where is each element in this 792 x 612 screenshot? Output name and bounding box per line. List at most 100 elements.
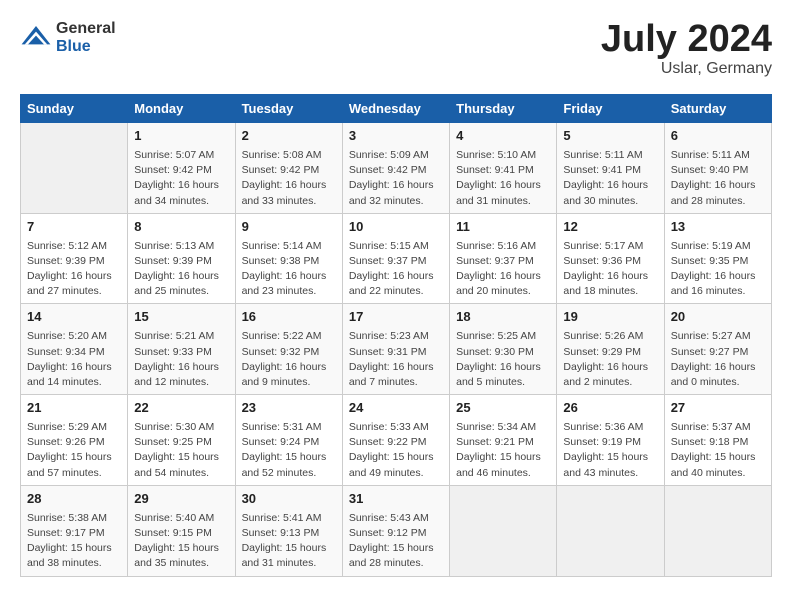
day-info: Sunrise: 5:21 AM Sunset: 9:33 PM Dayligh… [134,329,228,390]
day-number: 11 [456,218,550,237]
day-number: 20 [671,308,765,327]
day-info: Sunrise: 5:38 AM Sunset: 9:17 PM Dayligh… [27,511,121,572]
day-number: 18 [456,308,550,327]
day-info: Sunrise: 5:13 AM Sunset: 9:39 PM Dayligh… [134,239,228,300]
calendar-cell: 28 Sunrise: 5:38 AM Sunset: 9:17 PM Dayli… [21,485,128,576]
day-info: Sunrise: 5:26 AM Sunset: 9:29 PM Dayligh… [563,329,657,390]
calendar-cell: 9 Sunrise: 5:14 AM Sunset: 9:38 PM Daylig… [235,213,342,304]
calendar-week-row: 21 Sunrise: 5:29 AM Sunset: 9:26 PM Dayli… [21,395,772,486]
calendar-cell: 24 Sunrise: 5:33 AM Sunset: 9:22 PM Dayli… [342,395,449,486]
day-number: 2 [242,127,336,146]
weekday-header: Thursday [450,95,557,123]
calendar-cell: 6 Sunrise: 5:11 AM Sunset: 9:40 PM Daylig… [664,123,771,214]
day-info: Sunrise: 5:40 AM Sunset: 9:15 PM Dayligh… [134,511,228,572]
day-info: Sunrise: 5:33 AM Sunset: 9:22 PM Dayligh… [349,420,443,481]
day-number: 12 [563,218,657,237]
day-info: Sunrise: 5:27 AM Sunset: 9:27 PM Dayligh… [671,329,765,390]
calendar-cell: 10Sunrise: 5:15 AM Sunset: 9:37 PM Dayli… [342,213,449,304]
calendar-cell: 4 Sunrise: 5:10 AM Sunset: 9:41 PM Daylig… [450,123,557,214]
day-info: Sunrise: 5:12 AM Sunset: 9:39 PM Dayligh… [27,239,121,300]
calendar-cell: 11 Sunrise: 5:16 AM Sunset: 9:37 PM Dayli… [450,213,557,304]
day-number: 16 [242,308,336,327]
day-number: 4 [456,127,550,146]
calendar-cell: 12 Sunrise: 5:17 AM Sunset: 9:36 PM Dayli… [557,213,664,304]
day-number: 28 [27,490,121,509]
calendar-cell: 17Sunrise: 5:23 AM Sunset: 9:31 PM Dayli… [342,304,449,395]
day-info: Sunrise: 5:37 AM Sunset: 9:18 PM Dayligh… [671,420,765,481]
calendar-cell: 15 Sunrise: 5:21 AM Sunset: 9:33 PM Dayli… [128,304,235,395]
calendar-cell: 14 Sunrise: 5:20 AM Sunset: 9:34 PM Dayli… [21,304,128,395]
calendar-cell: 21 Sunrise: 5:29 AM Sunset: 9:26 PM Dayli… [21,395,128,486]
day-number: 27 [671,399,765,418]
day-number: 25 [456,399,550,418]
day-number: 24 [349,399,443,418]
day-number: 9 [242,218,336,237]
day-info: Sunrise: 5:29 AM Sunset: 9:26 PM Dayligh… [27,420,121,481]
calendar-cell: 22 Sunrise: 5:30 AM Sunset: 9:25 PM Dayli… [128,395,235,486]
calendar-week-row: 14 Sunrise: 5:20 AM Sunset: 9:34 PM Dayli… [21,304,772,395]
calendar-week-row: 1 Sunrise: 5:07 AM Sunset: 9:42 PM Daylig… [21,123,772,214]
day-info: Sunrise: 5:16 AM Sunset: 9:37 PM Dayligh… [456,239,550,300]
logo-general: General [56,20,116,38]
day-info: Sunrise: 5:30 AM Sunset: 9:25 PM Dayligh… [134,420,228,481]
weekday-header: Saturday [664,95,771,123]
calendar-week-row: 7 Sunrise: 5:12 AM Sunset: 9:39 PM Daylig… [21,213,772,304]
day-info: Sunrise: 5:34 AM Sunset: 9:21 PM Dayligh… [456,420,550,481]
calendar-cell [664,485,771,576]
calendar-table: SundayMondayTuesdayWednesdayThursdayFrid… [20,94,772,577]
calendar-cell [557,485,664,576]
day-number: 21 [27,399,121,418]
day-number: 22 [134,399,228,418]
day-info: Sunrise: 5:41 AM Sunset: 9:13 PM Dayligh… [242,511,336,572]
day-number: 26 [563,399,657,418]
weekday-header: Tuesday [235,95,342,123]
page-header: General Blue July 2024 Uslar, Germany [20,20,772,78]
title-block: July 2024 Uslar, Germany [601,20,772,78]
logo: General Blue [20,20,116,55]
calendar-cell: 26 Sunrise: 5:36 AM Sunset: 9:19 PM Dayli… [557,395,664,486]
day-info: Sunrise: 5:14 AM Sunset: 9:38 PM Dayligh… [242,239,336,300]
location: Uslar, Germany [601,60,772,78]
day-number: 15 [134,308,228,327]
day-number: 14 [27,308,121,327]
day-info: Sunrise: 5:08 AM Sunset: 9:42 PM Dayligh… [242,148,336,209]
day-number: 1 [134,127,228,146]
day-number: 10 [349,218,443,237]
day-info: Sunrise: 5:07 AM Sunset: 9:42 PM Dayligh… [134,148,228,209]
weekday-header: Wednesday [342,95,449,123]
day-info: Sunrise: 5:11 AM Sunset: 9:40 PM Dayligh… [671,148,765,209]
calendar-cell: 25 Sunrise: 5:34 AM Sunset: 9:21 PM Dayli… [450,395,557,486]
day-number: 29 [134,490,228,509]
calendar-cell: 8 Sunrise: 5:13 AM Sunset: 9:39 PM Daylig… [128,213,235,304]
calendar-cell: 27 Sunrise: 5:37 AM Sunset: 9:18 PM Dayli… [664,395,771,486]
day-info: Sunrise: 5:17 AM Sunset: 9:36 PM Dayligh… [563,239,657,300]
day-number: 5 [563,127,657,146]
day-number: 7 [27,218,121,237]
calendar-cell: 18Sunrise: 5:25 AM Sunset: 9:30 PM Dayli… [450,304,557,395]
day-number: 6 [671,127,765,146]
day-info: Sunrise: 5:10 AM Sunset: 9:41 PM Dayligh… [456,148,550,209]
day-info: Sunrise: 5:22 AM Sunset: 9:32 PM Dayligh… [242,329,336,390]
weekday-header: Sunday [21,95,128,123]
calendar-cell: 20 Sunrise: 5:27 AM Sunset: 9:27 PM Dayli… [664,304,771,395]
logo-text: General Blue [56,20,116,55]
day-info: Sunrise: 5:31 AM Sunset: 9:24 PM Dayligh… [242,420,336,481]
calendar-cell: 13Sunrise: 5:19 AM Sunset: 9:35 PM Dayli… [664,213,771,304]
calendar-cell: 3Sunrise: 5:09 AM Sunset: 9:42 PM Daylig… [342,123,449,214]
weekday-header-row: SundayMondayTuesdayWednesdayThursdayFrid… [21,95,772,123]
day-info: Sunrise: 5:20 AM Sunset: 9:34 PM Dayligh… [27,329,121,390]
calendar-cell: 5 Sunrise: 5:11 AM Sunset: 9:41 PM Daylig… [557,123,664,214]
day-number: 8 [134,218,228,237]
day-info: Sunrise: 5:36 AM Sunset: 9:19 PM Dayligh… [563,420,657,481]
day-number: 3 [349,127,443,146]
day-info: Sunrise: 5:43 AM Sunset: 9:12 PM Dayligh… [349,511,443,572]
calendar-week-row: 28 Sunrise: 5:38 AM Sunset: 9:17 PM Dayli… [21,485,772,576]
day-number: 23 [242,399,336,418]
day-number: 13 [671,218,765,237]
weekday-header: Monday [128,95,235,123]
calendar-cell: 19Sunrise: 5:26 AM Sunset: 9:29 PM Dayli… [557,304,664,395]
calendar-cell [450,485,557,576]
calendar-cell: 23 Sunrise: 5:31 AM Sunset: 9:24 PM Dayli… [235,395,342,486]
day-info: Sunrise: 5:11 AM Sunset: 9:41 PM Dayligh… [563,148,657,209]
calendar-cell: 2 Sunrise: 5:08 AM Sunset: 9:42 PM Daylig… [235,123,342,214]
